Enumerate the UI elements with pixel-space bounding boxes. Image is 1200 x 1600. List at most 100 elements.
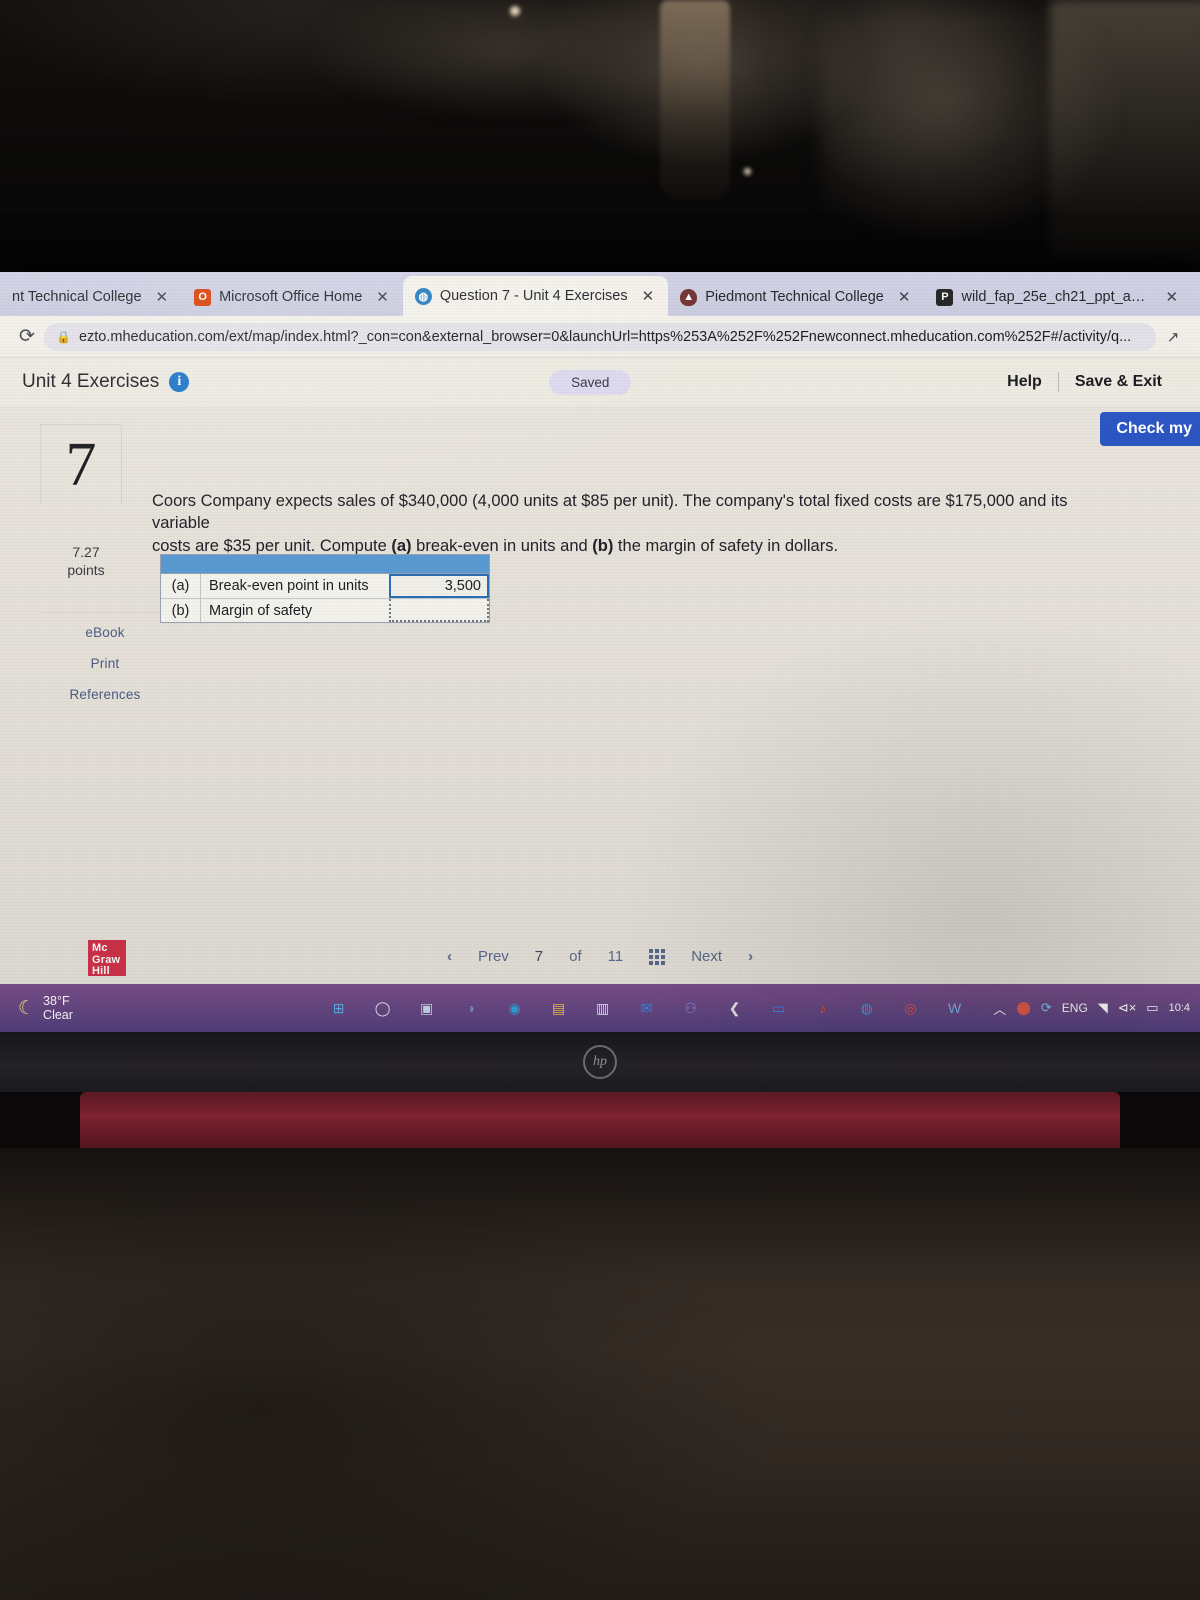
background-blur-shape (300, 0, 720, 120)
close-icon[interactable]: ✕ (370, 288, 395, 306)
browser-tab[interactable]: P wild_fap_25e_ch21_ppt_acces ✕ (924, 278, 1192, 316)
laptop-photo: nt Technical College ✕ O Microsoft Offic… (0, 0, 1200, 1600)
page-indicator-of: of (569, 948, 582, 965)
browser-tab[interactable]: O Microsoft Office Home ✕ (182, 278, 403, 316)
answer-table-header (161, 555, 489, 574)
task-view-icon[interactable]: ▣ (414, 995, 440, 1021)
close-icon[interactable]: ✕ (636, 287, 661, 305)
security-shield-icon[interactable]: ⬤ (1016, 1000, 1031, 1016)
check-my-work-button[interactable]: Check my (1100, 412, 1200, 446)
search-icon[interactable]: ◯ (370, 995, 396, 1021)
table-row: (b) Margin of safety (161, 598, 489, 622)
light-reflection (744, 168, 751, 175)
language-indicator[interactable]: ENG (1062, 1001, 1088, 1015)
new-tab-button[interactable]: + (1192, 281, 1200, 307)
background-blur-shape (1050, 0, 1200, 260)
moon-icon: ☾ (18, 997, 36, 1019)
lock-icon: 🔒 (56, 329, 71, 344)
prompt-line-2-pre: costs are $35 per unit. Compute (152, 536, 392, 555)
row-label: (b) (161, 599, 201, 622)
browser-tab-label: Piedmont Technical College (705, 289, 884, 305)
address-bar[interactable]: 🔒 ezto.mheducation.com/ext/map/index.htm… (44, 322, 1156, 351)
ebook-link[interactable]: eBook (40, 617, 170, 648)
dark-room-background (0, 0, 1200, 272)
visual-studio-code-icon[interactable]: ❮ (722, 995, 748, 1021)
hp-logo: hp (583, 1045, 617, 1079)
prev-arrow-icon[interactable]: ‹ (447, 948, 452, 965)
edge-browser-icon[interactable]: ◉ (502, 995, 528, 1021)
status-badge-saved: Saved (549, 369, 632, 395)
zoom-icon[interactable]: ▭ (766, 995, 792, 1021)
help-button[interactable]: Help (991, 373, 1058, 391)
browser-tab[interactable]: ▲ Piedmont Technical College ✕ (668, 278, 924, 316)
store-icon[interactable]: ▥ (590, 995, 616, 1021)
prompt-line-1: Coors Company expects sales of $340,000 … (152, 492, 1068, 533)
answer-input-break-even-units[interactable]: 3,500 (389, 574, 489, 598)
answer-input-margin-of-safety[interactable] (389, 599, 489, 622)
points-value: 7.27 (72, 544, 100, 560)
music-icon[interactable]: ♪ (810, 995, 836, 1021)
logo-line-3: Hill (92, 965, 110, 978)
office-icon: O (194, 288, 212, 306)
page-title: Unit 4 Exercises (22, 371, 160, 392)
table-row: (a) Break-even point in units 3,500 (161, 574, 489, 598)
next-button[interactable]: Next (691, 948, 722, 965)
word-icon[interactable]: W (942, 995, 968, 1021)
skype-icon[interactable]: ◍ (854, 995, 880, 1021)
page-indicator-current: 7 (534, 948, 544, 965)
laptop-deck: ? ✳ ☀ ▣ ◀)) ◀- ◀+ |◀◀ ▶|| ▶▶| ✈ prt sc d… (0, 1148, 1200, 1600)
browser-tab-label: nt Technical College (12, 289, 142, 305)
question-tools: eBook Print References (40, 612, 170, 710)
references-link[interactable]: References (40, 679, 170, 710)
page-indicator-total: 11 (607, 948, 624, 965)
prev-button[interactable]: Prev (478, 948, 509, 965)
save-and-exit-button[interactable]: Save & Exit (1059, 373, 1178, 391)
next-arrow-icon[interactable]: › (748, 948, 753, 965)
prompt-line-2-post: the margin of safety in dollars. (613, 536, 839, 555)
show-hidden-icons-chevron[interactable]: ︿ (993, 999, 1006, 1018)
browser-tab-label: Microsoft Office Home (219, 289, 363, 305)
taskbar-app-icons: ⊞ ◯ ▣ ◑ ◉ ▤ ▥ ✉ ⚇ ❮ ▭ ♪ ◍ ◎ W (300, 995, 993, 1021)
sync-icon[interactable]: ⟳ (1041, 1000, 1052, 1016)
weather-text: 38°F Clear (43, 994, 73, 1023)
laptop-hinge (80, 1092, 1120, 1152)
browser-tab-label: wild_fap_25e_ch21_ppt_acces (961, 289, 1152, 305)
connect-globe-icon: ◍ (414, 287, 432, 305)
question-grid-icon[interactable] (649, 948, 666, 965)
light-reflection (510, 6, 520, 16)
reload-icon[interactable]: ⟳ (10, 325, 44, 348)
close-icon[interactable]: ✕ (892, 288, 917, 306)
question-number: 7 (40, 424, 122, 504)
wifi-icon[interactable]: ◥ (1098, 1000, 1108, 1016)
volume-muted-icon[interactable]: ⊲× (1118, 1000, 1136, 1016)
question-points: 7.27 points (44, 544, 128, 579)
taskbar-clock[interactable]: 10:4 (1169, 1002, 1190, 1015)
share-icon[interactable]: ↗ (1156, 328, 1190, 346)
print-link[interactable]: Print (40, 648, 170, 679)
browser-tab-label: Question 7 - Unit 4 Exercises (439, 288, 628, 304)
piedmont-shield-icon: ▲ (680, 288, 698, 306)
assignment-header-bar: Unit 4 Exercises i Saved Help Save & Exi… (0, 358, 1200, 406)
mail-icon[interactable]: ✉ (634, 995, 660, 1021)
browser-toolbar: ⟳ 🔒 ezto.mheducation.com/ext/map/index.h… (0, 316, 1200, 358)
chrome-browser-icon[interactable]: ◎ (898, 995, 924, 1021)
weather-temperature: 38°F (43, 993, 70, 1008)
browser-tab-active[interactable]: ◍ Question 7 - Unit 4 Exercises ✕ (402, 276, 669, 316)
prompt-label-a: (a) (391, 536, 412, 555)
widgets-icon[interactable]: ◑ (458, 995, 484, 1021)
teams-icon[interactable]: ⚇ (678, 995, 704, 1021)
start-windows-icon[interactable]: ⊞ (326, 995, 352, 1021)
close-icon[interactable]: ✕ (1159, 288, 1184, 306)
browser-tab[interactable]: nt Technical College ✕ (0, 278, 182, 316)
battery-icon[interactable]: ▭ (1146, 1000, 1158, 1016)
question-prompt: Coors Company expects sales of $340,000 … (152, 490, 1112, 557)
address-bar-url: ezto.mheducation.com/ext/map/index.html?… (78, 328, 1132, 345)
weather-widget[interactable]: ☾ 38°F Clear (0, 994, 300, 1023)
file-explorer-icon[interactable]: ▤ (546, 995, 572, 1021)
browser-tab-strip: nt Technical College ✕ O Microsoft Offic… (0, 272, 1200, 316)
system-tray: ︿ ⬤ ⟳ ENG ◥ ⊲× ▭ 10:4 (993, 999, 1200, 1018)
points-label: points (67, 561, 105, 578)
close-icon[interactable]: ✕ (150, 288, 175, 306)
info-icon[interactable]: i (169, 372, 190, 392)
prompt-line-2-mid: break-even in units and (411, 536, 593, 555)
